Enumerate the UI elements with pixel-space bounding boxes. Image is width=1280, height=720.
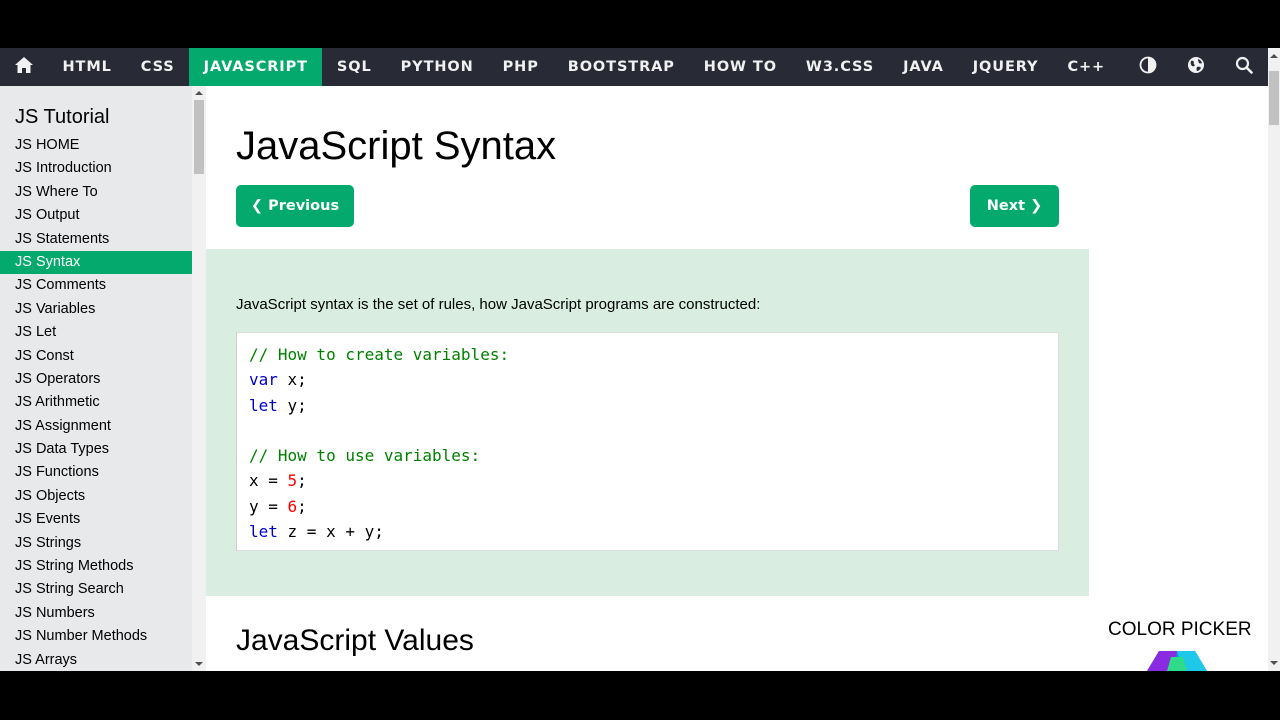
right-column: COLOR PICKER <box>1089 86 1268 671</box>
search-icon <box>1235 56 1253 79</box>
nav-right-tools <box>1124 48 1268 86</box>
code-example: // How to create variables: var x; let y… <box>236 332 1059 551</box>
code-text: z = x + y; <box>277 522 384 542</box>
nav-item-java[interactable]: JAVA <box>889 48 959 86</box>
color-picker-icon[interactable] <box>1147 651 1207 671</box>
sidebar-item-js-variables[interactable]: JS Variables <box>0 298 192 321</box>
sidebar-item-js-strings[interactable]: JS Strings <box>0 532 192 555</box>
code-comment: // How to create variables: <box>249 345 510 364</box>
code-text: y; <box>277 395 307 415</box>
code-line: // How to use variables: <box>249 443 1046 468</box>
sidebar-item-js-string-search[interactable]: JS String Search <box>0 578 192 601</box>
code-number: 5 <box>287 471 298 491</box>
contrast-icon <box>1139 56 1157 79</box>
nav-item-javascript[interactable]: JAVASCRIPT <box>189 48 323 86</box>
code-text: ; <box>297 496 307 516</box>
nav-item-html[interactable]: HTML <box>48 48 126 86</box>
globe-icon <box>1187 56 1205 79</box>
sidebar-item-js-assignment[interactable]: JS Assignment <box>0 415 192 438</box>
sidebar-item-js-arithmetic[interactable]: JS Arithmetic <box>0 391 192 414</box>
code-text: y = <box>249 496 288 516</box>
nav-item-howto[interactable]: HOW TO <box>689 48 791 86</box>
code-line: let y; <box>249 393 1046 418</box>
code-comment: // How to use variables: <box>249 446 481 466</box>
nav-item-php[interactable]: PHP <box>488 48 553 86</box>
sidebar-item-js-const[interactable]: JS Const <box>0 345 192 368</box>
section-heading: JavaScript Values <box>236 624 474 657</box>
sidebar-item-js-string-methods[interactable]: JS String Methods <box>0 555 192 578</box>
sidebar-item-js-syntax[interactable]: JS Syntax <box>0 250 192 275</box>
home-button[interactable] <box>0 48 48 86</box>
example-panel: JavaScript syntax is the set of rules, h… <box>206 249 1089 596</box>
sidebar-item-js-events[interactable]: JS Events <box>0 508 192 531</box>
translate-button[interactable] <box>1172 48 1220 86</box>
sidebar-item-js-data-types[interactable]: JS Data Types <box>0 438 192 461</box>
sidebar-item-js-functions[interactable]: JS Functions <box>0 461 192 484</box>
code-number: 6 <box>287 496 298 516</box>
previous-button[interactable]: ❮ Previous <box>236 185 354 227</box>
sidebar-title: JS Tutorial <box>15 106 110 128</box>
code-keyword: let <box>249 522 278 542</box>
code-line: var x; <box>249 367 1046 392</box>
theme-toggle-button[interactable] <box>1124 48 1172 86</box>
scroll-down-arrow-icon[interactable] <box>195 662 203 666</box>
home-icon <box>14 56 34 79</box>
nav-item-cpp[interactable]: C++ <box>1053 48 1120 86</box>
sidebar-item-js-arrays[interactable]: JS Arrays <box>0 649 192 671</box>
sidebar-item-js-operators[interactable]: JS Operators <box>0 368 192 391</box>
sidebar-item-js-objects[interactable]: JS Objects <box>0 485 192 508</box>
code-text: x; <box>277 370 307 390</box>
page-scroll-up-icon[interactable] <box>1270 54 1278 58</box>
code-line: y = 6; <box>249 494 1046 519</box>
code-line: x = 5; <box>249 468 1046 493</box>
search-button[interactable] <box>1220 48 1268 86</box>
sidebar-item-js-numbers[interactable]: JS Numbers <box>0 602 192 625</box>
code-text: ; <box>297 471 307 491</box>
code-keyword: let <box>249 395 278 415</box>
page-scroll-thumb[interactable] <box>1269 71 1279 125</box>
sidebar-item-js-statements[interactable]: JS Statements <box>0 228 192 251</box>
sidebar: JS Tutorial JS HOME JS Introduction JS W… <box>0 86 192 671</box>
sidebar-item-js-output[interactable]: JS Output <box>0 204 192 227</box>
sidebar-scrollbar[interactable] <box>192 86 206 671</box>
nav-item-w3css[interactable]: W3.CSS <box>791 48 888 86</box>
nav-item-sql[interactable]: SQL <box>322 48 386 86</box>
sidebar-item-js-introduction[interactable]: JS Introduction <box>0 157 192 180</box>
sidebar-scroll-thumb[interactable] <box>194 100 204 174</box>
intro-text: JavaScript syntax is the set of rules, h… <box>236 296 761 313</box>
sidebar-item-js-home[interactable]: JS HOME <box>0 134 192 157</box>
sidebar-item-js-comments[interactable]: JS Comments <box>0 274 192 297</box>
color-picker-label[interactable]: COLOR PICKER <box>1108 619 1252 641</box>
top-navbar: HTML CSS JAVASCRIPT SQL PYTHON PHP BOOTS… <box>0 48 1268 86</box>
next-button[interactable]: Next ❯ <box>970 185 1059 227</box>
sidebar-item-js-number-methods[interactable]: JS Number Methods <box>0 625 192 648</box>
page-scrollbar[interactable] <box>1268 48 1280 671</box>
nav-item-python[interactable]: PYTHON <box>386 48 488 86</box>
sidebar-item-js-let[interactable]: JS Let <box>0 321 192 344</box>
code-line: let z = x + y; <box>249 519 1046 544</box>
page-scroll-down-icon[interactable] <box>1270 661 1278 665</box>
nav-item-jquery[interactable]: JQUERY <box>958 48 1053 86</box>
nav-item-bootstrap[interactable]: BOOTSTRAP <box>553 48 689 86</box>
code-keyword: var <box>249 370 278 390</box>
scroll-up-arrow-icon[interactable] <box>195 91 203 95</box>
code-line: // How to create variables: <box>249 342 1046 367</box>
page-title: JavaScript Syntax <box>236 124 557 168</box>
main-content: JavaScript Syntax ❮ Previous Next ❯ Java… <box>206 86 1089 671</box>
sidebar-item-js-where-to[interactable]: JS Where To <box>0 181 192 204</box>
code-text: x = <box>249 471 288 491</box>
nav-item-css[interactable]: CSS <box>126 48 189 86</box>
